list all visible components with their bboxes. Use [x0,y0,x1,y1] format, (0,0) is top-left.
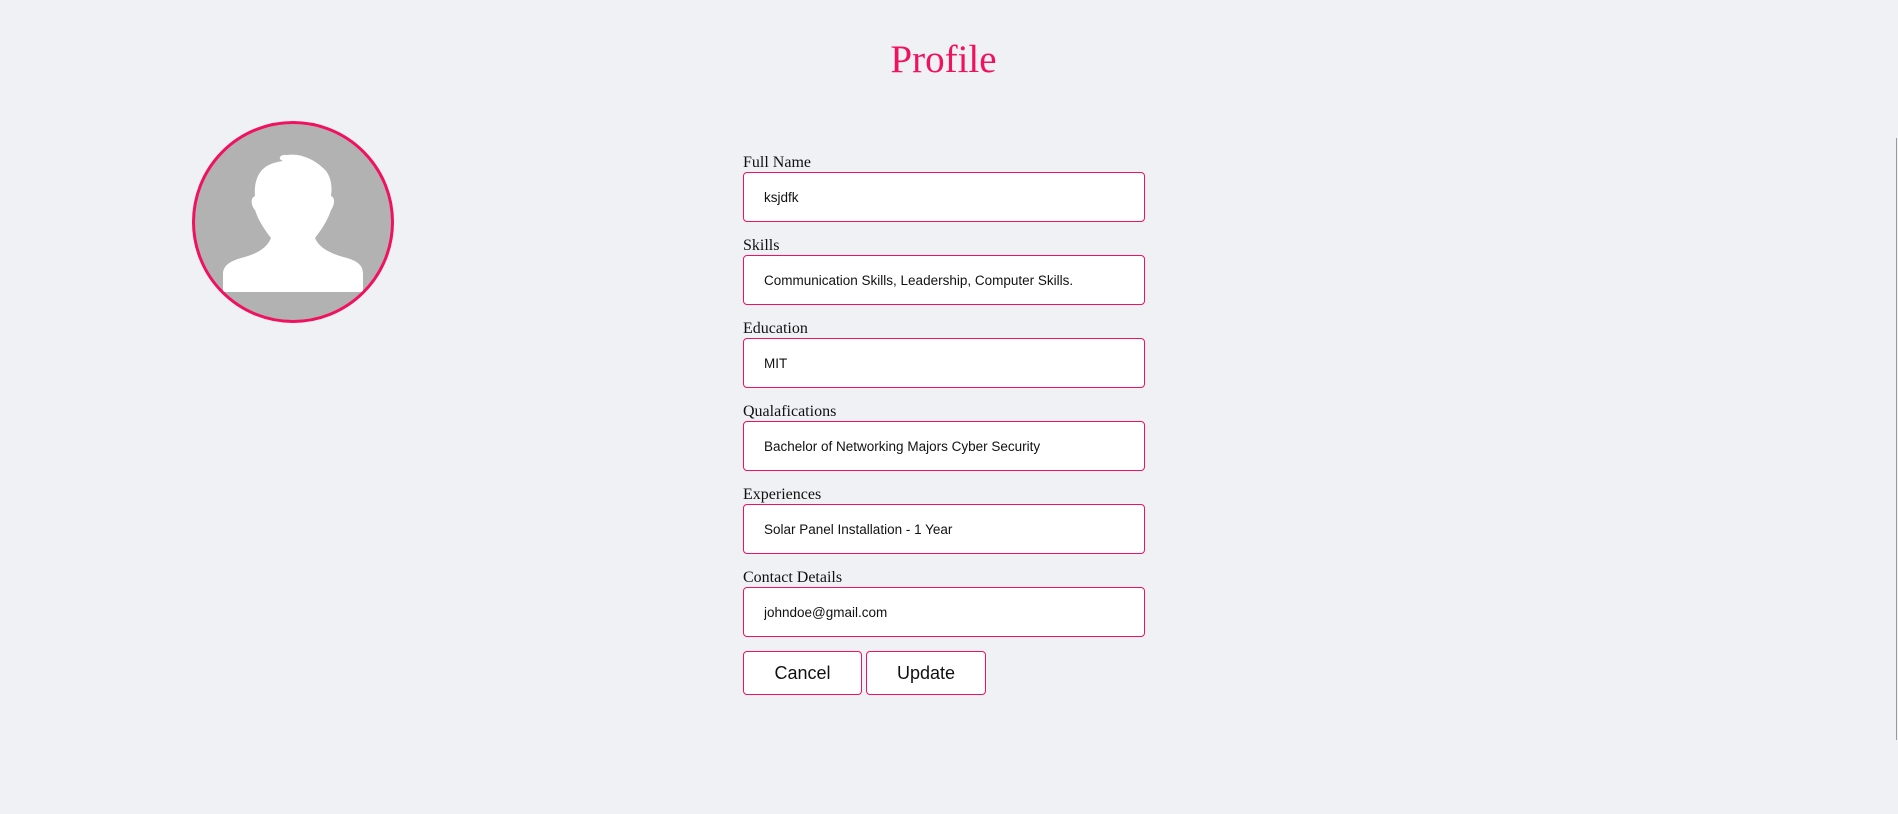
education-label: Education [743,320,808,337]
avatar[interactable] [192,121,394,323]
experiences-label: Experiences [743,486,822,503]
scrollbar-edge[interactable] [1896,138,1897,740]
contact-details-input[interactable] [743,587,1145,637]
cancel-button[interactable]: Cancel [743,651,862,695]
contact-details-field: Contact Details [743,569,1145,652]
education-input[interactable] [743,338,1145,388]
qualifications-field: Qualafications [743,403,1145,486]
page-title: Profile [890,38,997,81]
education-field: Education [743,320,1145,403]
user-silhouette-icon [223,154,363,292]
update-button[interactable]: Update [866,651,986,695]
profile-form: Full Name Skills Education Qualafication… [743,154,1145,652]
skills-field: Skills [743,237,1145,320]
qualifications-label: Qualafications [743,403,837,420]
skills-label: Skills [743,237,780,254]
experiences-field: Experiences [743,486,1145,569]
contact-details-label: Contact Details [743,569,843,586]
qualifications-input[interactable] [743,421,1145,471]
full-name-field: Full Name [743,154,1145,237]
full-name-label: Full Name [743,154,811,171]
full-name-input[interactable] [743,172,1145,222]
form-actions: Cancel Update [743,651,986,695]
skills-input[interactable] [743,255,1145,305]
experiences-input[interactable] [743,504,1145,554]
